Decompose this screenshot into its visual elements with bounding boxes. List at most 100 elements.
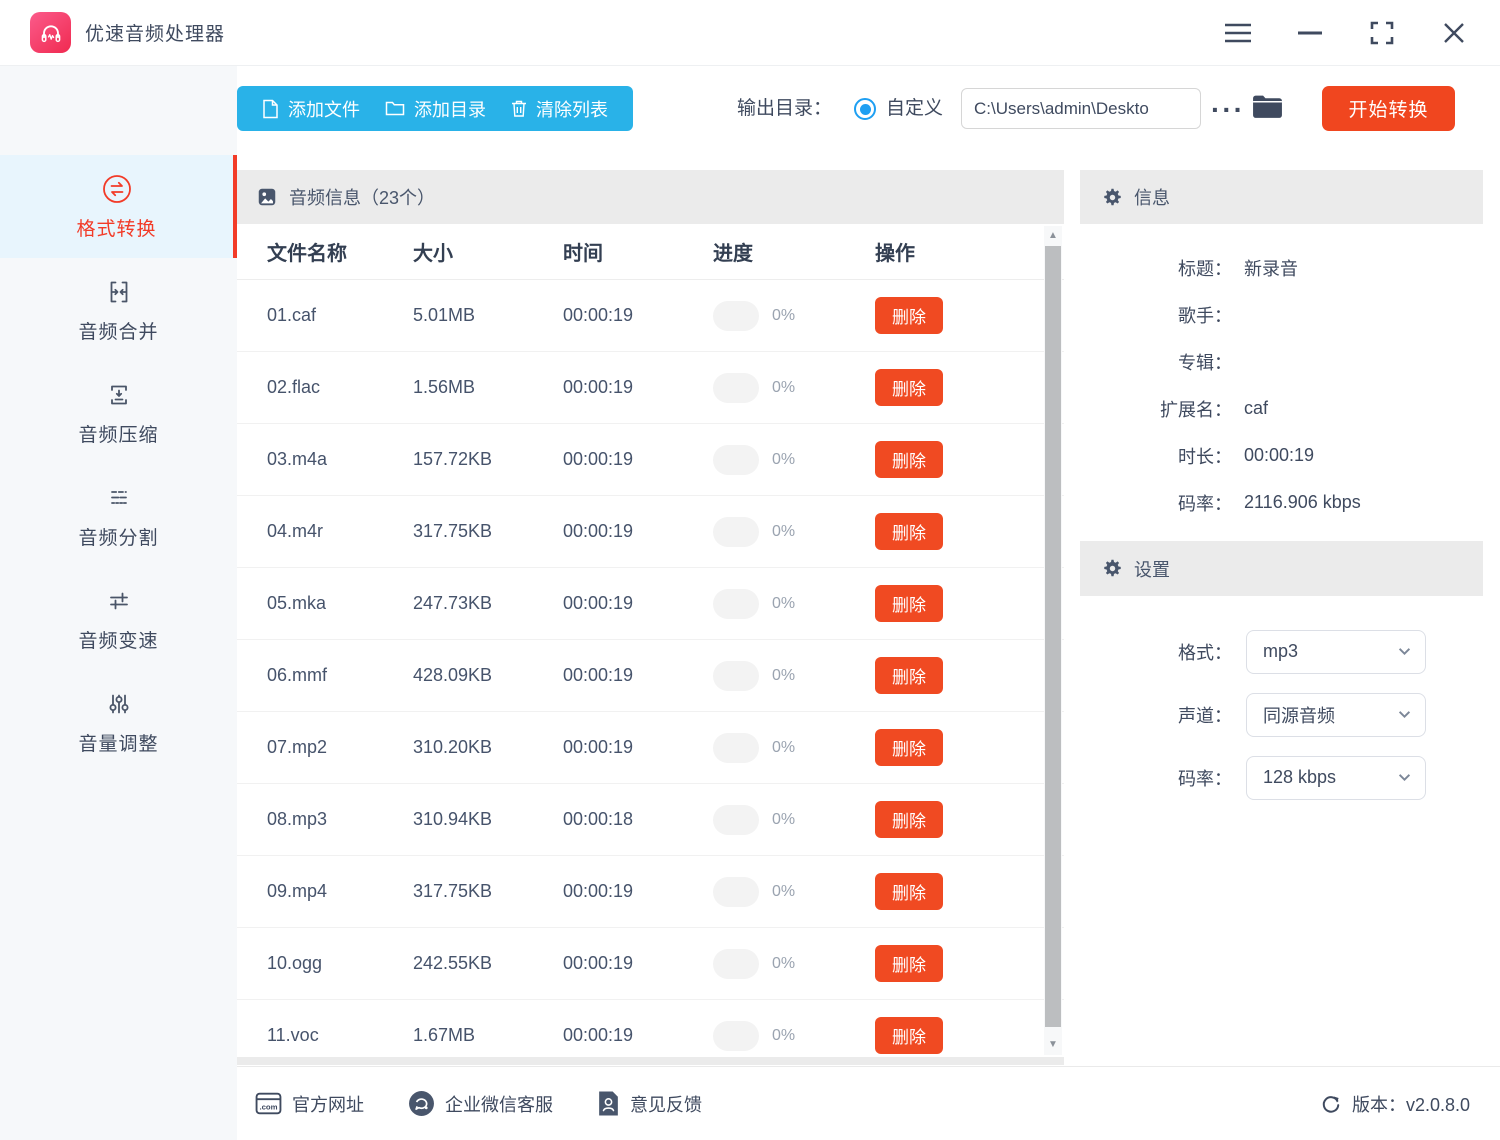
close-button[interactable] bbox=[1438, 17, 1470, 49]
delete-button[interactable]: 删除 bbox=[875, 945, 943, 982]
add-folder-button[interactable]: 添加目录 bbox=[385, 96, 486, 122]
title-bar: 优速音频处理器 bbox=[0, 0, 1500, 66]
browse-more-button[interactable]: ··· bbox=[1211, 87, 1245, 132]
official-website-link[interactable]: .com 官方网址 bbox=[255, 1091, 364, 1117]
field-label: 歌手： bbox=[1080, 302, 1232, 328]
cell-progress: 0% bbox=[713, 805, 875, 835]
minimize-button[interactable] bbox=[1294, 17, 1326, 49]
audio-info-icon bbox=[256, 186, 278, 208]
svg-text:.com: .com bbox=[259, 1103, 277, 1112]
cell-file-size: 1.67MB bbox=[413, 1025, 563, 1046]
file-actions-toolbar: 添加文件 添加目录 清除列表 bbox=[237, 86, 633, 131]
scroll-up-arrow[interactable]: ▲ bbox=[1044, 229, 1062, 243]
bitrate-select[interactable]: 128 kbps bbox=[1246, 756, 1426, 800]
table-row[interactable]: 09.mp4 317.75KB 00:00:19 0% 删除 bbox=[237, 856, 1064, 928]
scrollbar-thumb[interactable] bbox=[1045, 246, 1061, 1027]
sidebar-item-audio-speed[interactable]: 音频变速 bbox=[0, 567, 237, 670]
folder-open-icon bbox=[1251, 93, 1284, 120]
close-icon bbox=[1442, 21, 1466, 45]
cell-action: 删除 bbox=[875, 945, 1064, 982]
feedback-link[interactable]: 意见反馈 bbox=[597, 1090, 702, 1117]
table-row[interactable]: 05.mka 247.73KB 00:00:19 0% 删除 bbox=[237, 568, 1064, 640]
cell-file-time: 00:00:19 bbox=[563, 449, 713, 470]
delete-button[interactable]: 删除 bbox=[875, 297, 943, 334]
file-icon bbox=[262, 99, 279, 119]
table-scrollbar[interactable]: ▲ ▼ bbox=[1044, 226, 1062, 1055]
maximize-button[interactable] bbox=[1366, 17, 1398, 49]
add-file-label: 添加文件 bbox=[288, 96, 360, 122]
table-row[interactable]: 02.flac 1.56MB 00:00:19 0% 删除 bbox=[237, 352, 1064, 424]
open-folder-button[interactable] bbox=[1251, 93, 1284, 123]
setting-bitrate: 码率： 128 kbps bbox=[1080, 746, 1483, 809]
progress-percent: 0% bbox=[772, 955, 795, 973]
scroll-down-arrow[interactable]: ▼ bbox=[1044, 1038, 1062, 1052]
clear-list-button[interactable]: 清除列表 bbox=[511, 96, 608, 122]
sidebar-item-audio-split[interactable]: 音频分割 bbox=[0, 464, 237, 567]
sidebar-item-audio-merge[interactable]: 音频合并 bbox=[0, 258, 237, 361]
cell-action: 删除 bbox=[875, 369, 1064, 406]
cell-file-size: 428.09KB bbox=[413, 665, 563, 686]
delete-button[interactable]: 删除 bbox=[875, 441, 943, 478]
format-convert-icon bbox=[101, 173, 133, 205]
setting-format: 格式： mp3 bbox=[1080, 620, 1483, 683]
table-row[interactable]: 03.m4a 157.72KB 00:00:19 0% 删除 bbox=[237, 424, 1064, 496]
table-row[interactable]: 01.caf 5.01MB 00:00:19 0% 删除 bbox=[237, 280, 1064, 352]
table-row[interactable]: 06.mmf 428.09KB 00:00:19 0% 删除 bbox=[237, 640, 1064, 712]
cell-file-name: 07.mp2 bbox=[267, 737, 413, 758]
table-row[interactable]: 04.m4r 317.75KB 00:00:19 0% 删除 bbox=[237, 496, 1064, 568]
chevron-down-icon bbox=[1398, 710, 1411, 719]
progress-percent: 0% bbox=[772, 667, 795, 685]
cell-progress: 0% bbox=[713, 445, 875, 475]
progress-pill bbox=[713, 805, 759, 835]
delete-button[interactable]: 删除 bbox=[875, 801, 943, 838]
delete-button[interactable]: 删除 bbox=[875, 369, 943, 406]
wechat-support-link[interactable]: 企业微信客服 bbox=[408, 1090, 553, 1117]
chevron-down-icon bbox=[1398, 647, 1411, 656]
sidebar-item-audio-compress[interactable]: 音频压缩 bbox=[0, 361, 237, 464]
custom-radio[interactable] bbox=[854, 98, 876, 120]
cell-progress: 0% bbox=[713, 949, 875, 979]
add-file-button[interactable]: 添加文件 bbox=[262, 96, 360, 122]
sidebar-item-label: 音频分割 bbox=[78, 523, 158, 550]
sidebar-item-volume-adjust[interactable]: 音量调整 bbox=[0, 670, 237, 773]
footer-bar: .com 官方网址 企业微信客服 意见反馈 版本： bbox=[237, 1066, 1500, 1140]
delete-button[interactable]: 删除 bbox=[875, 585, 943, 622]
website-icon: .com bbox=[255, 1092, 282, 1115]
field-value: 00:00:19 bbox=[1244, 445, 1314, 466]
add-folder-label: 添加目录 bbox=[414, 96, 486, 122]
table-row[interactable]: 11.voc 1.67MB 00:00:19 0% 删除 bbox=[237, 1000, 1064, 1057]
channel-select[interactable]: 同源音频 bbox=[1246, 693, 1426, 737]
field-value: 2116.906 kbps bbox=[1244, 492, 1361, 513]
delete-button[interactable]: 删除 bbox=[875, 873, 943, 910]
delete-button[interactable]: 删除 bbox=[875, 1017, 943, 1054]
cell-progress: 0% bbox=[713, 301, 875, 331]
cell-file-size: 157.72KB bbox=[413, 449, 563, 470]
cell-file-time: 00:00:19 bbox=[563, 521, 713, 542]
start-convert-button[interactable]: 开始转换 bbox=[1322, 86, 1455, 131]
menu-button[interactable] bbox=[1222, 17, 1254, 49]
table-row[interactable]: 10.ogg 242.55KB 00:00:19 0% 删除 bbox=[237, 928, 1064, 1000]
sidebar-item-label: 音频变速 bbox=[78, 626, 158, 653]
cell-file-time: 00:00:19 bbox=[563, 737, 713, 758]
table-row[interactable]: 07.mp2 310.20KB 00:00:19 0% 删除 bbox=[237, 712, 1064, 784]
format-select[interactable]: mp3 bbox=[1246, 630, 1426, 674]
sidebar-item-format-convert[interactable]: 格式转换 bbox=[0, 155, 237, 258]
cell-file-name: 09.mp4 bbox=[267, 881, 413, 902]
setting-label: 格式： bbox=[1080, 639, 1232, 665]
table-row[interactable]: 08.mp3 310.94KB 00:00:18 0% 删除 bbox=[237, 784, 1064, 856]
cell-file-name: 01.caf bbox=[267, 305, 413, 326]
output-path-input[interactable] bbox=[961, 88, 1201, 129]
custom-option-label[interactable]: 自定义 bbox=[886, 86, 943, 131]
delete-button[interactable]: 删除 bbox=[875, 513, 943, 550]
cell-file-name: 02.flac bbox=[267, 377, 413, 398]
delete-button[interactable]: 删除 bbox=[875, 657, 943, 694]
app-logo bbox=[30, 12, 71, 53]
cell-file-time: 00:00:19 bbox=[563, 593, 713, 614]
cell-file-size: 317.75KB bbox=[413, 521, 563, 542]
delete-button[interactable]: 删除 bbox=[875, 729, 943, 766]
cell-file-size: 5.01MB bbox=[413, 305, 563, 326]
file-panel-title: 音频信息（23个） bbox=[289, 184, 435, 210]
cell-progress: 0% bbox=[713, 733, 875, 763]
sidebar-item-label: 音量调整 bbox=[78, 729, 158, 756]
audio-merge-icon bbox=[104, 276, 134, 308]
